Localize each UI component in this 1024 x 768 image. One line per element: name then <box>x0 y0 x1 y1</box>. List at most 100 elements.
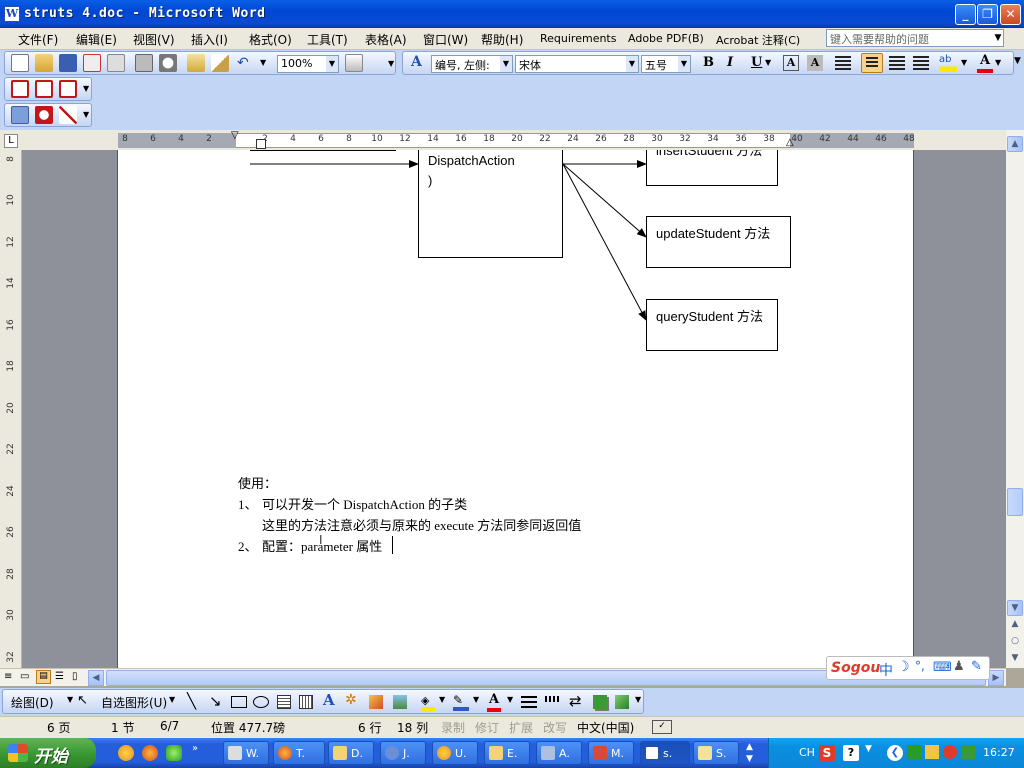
toolbar-options-icon[interactable]: ▼ <box>83 110 89 119</box>
taskbar-item[interactable]: E. <box>484 741 530 765</box>
normal-view-icon[interactable]: ≡ <box>4 671 12 682</box>
wordart-icon[interactable]: A <box>323 691 335 709</box>
align-justify-icon[interactable] <box>835 56 851 70</box>
title-bar[interactable]: W struts 4.doc - Microsoft Word _ ❐ ✕ <box>0 0 1024 28</box>
menu-window[interactable]: 窗口(W) <box>423 31 468 48</box>
show-comments-icon[interactable] <box>35 106 53 124</box>
quicklaunch-expand-icon[interactable]: » <box>192 743 198 754</box>
format-painter-icon[interactable] <box>211 54 229 72</box>
status-track-changes[interactable]: 修订 <box>472 718 502 736</box>
preview-magnifier-icon[interactable] <box>159 54 177 72</box>
volume-icon[interactable] <box>925 745 939 759</box>
scroll-down-icon[interactable]: ▼ <box>1007 600 1023 616</box>
browse-object-icon[interactable]: ○ <box>1007 634 1023 650</box>
draw-menu-button[interactable]: 绘图(D) <box>11 694 54 711</box>
style-select[interactable]: 编号, 左侧: ▼ <box>431 55 513 73</box>
close-button[interactable]: ✕ <box>1000 4 1021 25</box>
arrow-style-icon[interactable]: ⇄ <box>569 692 582 710</box>
menu-acrobat-comments[interactable]: Acrobat 注释(C) <box>716 32 800 48</box>
print-preview-icon[interactable] <box>107 54 125 72</box>
line-style-icon[interactable] <box>521 696 537 708</box>
line-tool-icon[interactable]: ╲ <box>187 692 196 710</box>
chevron-down-icon[interactable]: ▼ <box>626 56 638 72</box>
security-icon[interactable] <box>943 745 957 759</box>
clipart-icon[interactable] <box>369 695 383 709</box>
user-icon[interactable]: ♟ <box>953 659 965 674</box>
delete-comment-icon[interactable] <box>59 106 77 124</box>
menu-view[interactable]: 视图(V) <box>133 31 175 48</box>
convert-to-pdf-icon[interactable] <box>11 80 29 98</box>
menu-edit[interactable]: 编辑(E) <box>76 31 117 48</box>
fill-dropdown-icon[interactable]: ▼ <box>439 695 445 704</box>
dash-style-icon[interactable] <box>545 696 561 702</box>
highlight-icon[interactable]: ab <box>939 54 957 72</box>
styles-pane-icon[interactable]: A <box>411 54 422 70</box>
insert-picture-icon[interactable] <box>393 695 407 709</box>
spelling-check-icon[interactable]: ✓ <box>652 720 672 734</box>
print-icon[interactable] <box>135 54 153 72</box>
outline-view-icon[interactable]: ☰ <box>55 671 64 682</box>
reading-view-icon[interactable]: ▯ <box>72 671 78 682</box>
bold-icon[interactable]: B <box>703 55 714 70</box>
zoom-select[interactable]: 100% ▼ <box>277 55 339 73</box>
3d-style-icon[interactable] <box>615 695 629 709</box>
new-document-icon[interactable] <box>11 54 29 72</box>
drawing-toggle-icon[interactable] <box>345 54 363 72</box>
help-search-input[interactable]: 键入需要帮助的问题 <box>826 29 1004 47</box>
minimize-button[interactable]: _ <box>955 4 976 25</box>
right-indent-marker-icon[interactable]: △ <box>786 137 794 148</box>
toolbar-options-icon[interactable]: ▼ <box>388 55 396 73</box>
shadow-style-icon[interactable] <box>593 695 607 709</box>
taskbar-item[interactable]: J. <box>380 741 426 765</box>
taskbar-item[interactable]: M. <box>588 741 634 765</box>
previous-page-icon[interactable]: ▲ <box>1007 617 1023 633</box>
bullets-icon[interactable] <box>889 56 905 70</box>
oval-tool-icon[interactable] <box>253 696 269 708</box>
font-select[interactable]: 宋体 ▼ <box>515 55 639 73</box>
quicklaunch-app-icon[interactable] <box>118 745 134 761</box>
taskbar-item[interactable]: W. <box>223 741 269 765</box>
taskbar-item[interactable]: T. <box>273 741 325 765</box>
font-color-icon[interactable]: A <box>977 53 993 73</box>
keyboard-icon[interactable]: ⌨ <box>933 660 952 675</box>
character-border-icon[interactable]: A <box>783 55 799 71</box>
toolbar-options-icon[interactable]: ▼ <box>83 84 89 93</box>
next-page-icon[interactable]: ▼ <box>1007 651 1023 667</box>
diagram-icon[interactable]: ✲ <box>345 692 357 708</box>
highlight-dropdown-icon[interactable]: ▼ <box>961 58 967 67</box>
tray-expand-icon[interactable]: ▼ <box>865 744 872 754</box>
font-color-dropdown-icon[interactable]: ▼ <box>995 58 1001 67</box>
vertical-scrollbar[interactable]: ▲ ▼ ▲ ○ ▼ <box>1006 130 1024 668</box>
taskbar-item[interactable]: D. <box>328 741 374 765</box>
menu-adobe-pdf[interactable]: Adobe PDF(B) <box>628 32 704 45</box>
menu-table[interactable]: 表格(A) <box>365 31 407 48</box>
moon-icon[interactable]: ☽ <box>897 659 910 675</box>
first-line-indent-marker-icon[interactable]: ▽ <box>231 130 239 141</box>
paste-icon[interactable] <box>187 54 205 72</box>
select-objects-icon[interactable]: ↖ <box>77 693 88 708</box>
firefox-icon[interactable] <box>142 745 158 761</box>
open-folder-icon[interactable] <box>35 54 53 72</box>
line-color-icon[interactable]: ✎ <box>453 693 469 711</box>
messenger-icon[interactable] <box>166 745 182 761</box>
maximize-button[interactable]: ❐ <box>977 4 998 25</box>
autoshapes-menu-button[interactable]: 自选图形(U) <box>101 694 167 711</box>
taskbar-item-active[interactable]: s. <box>640 741 690 765</box>
character-shading-icon[interactable]: A <box>807 55 823 71</box>
save-icon[interactable] <box>59 54 77 72</box>
taskbar-item[interactable]: A. <box>536 741 582 765</box>
scroll-right-icon[interactable]: ▶ <box>988 670 1004 686</box>
increase-indent-icon[interactable] <box>913 56 929 70</box>
undo-dropdown-icon[interactable]: ▼ <box>260 58 266 67</box>
menu-tools[interactable]: 工具(T) <box>307 31 348 48</box>
font-size-select[interactable]: 五号 ▼ <box>641 55 691 73</box>
vertical-ruler[interactable]: 8 10 12 14 16 18 20 22 24 26 28 30 32 <box>0 150 22 670</box>
start-button[interactable]: 开始 <box>0 738 96 768</box>
taskbar-item[interactable]: S. <box>693 741 739 765</box>
toolbar-overflow-icon[interactable]: ▼ <box>1014 56 1021 66</box>
menu-file[interactable]: 文件(F) <box>18 31 58 48</box>
status-record[interactable]: 录制 <box>438 718 468 736</box>
menu-help[interactable]: 帮助(H) <box>481 31 523 48</box>
sogou-s-icon[interactable]: S <box>819 745 835 761</box>
menu-requirements[interactable]: Requirements <box>540 32 616 45</box>
